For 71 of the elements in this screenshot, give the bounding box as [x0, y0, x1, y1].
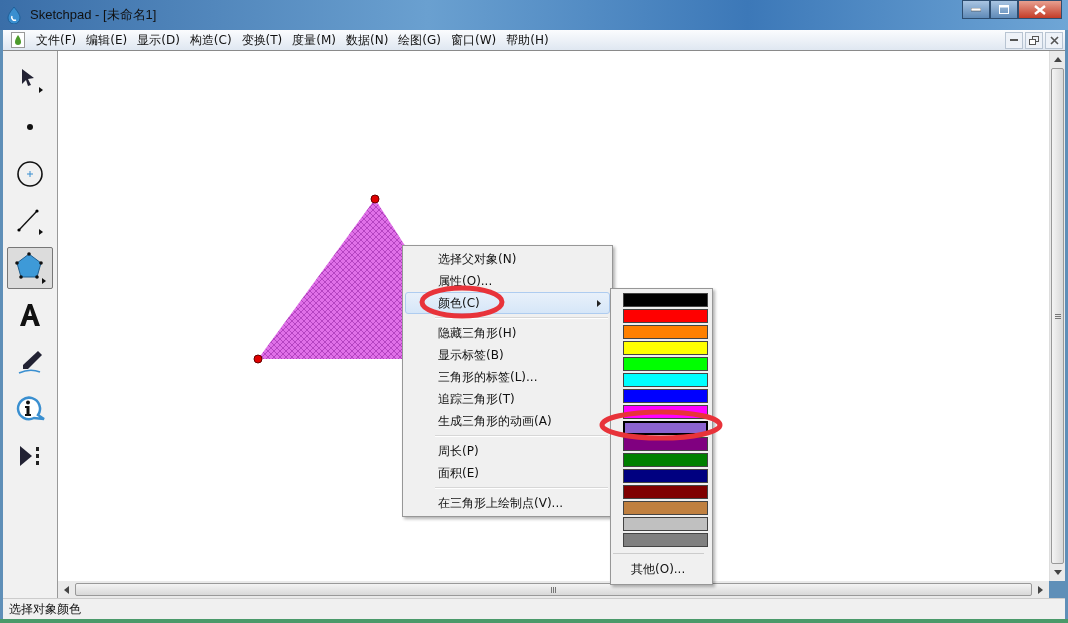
scroll-thumb[interactable]	[75, 583, 1032, 596]
close-icon	[1049, 35, 1059, 45]
color-swatch[interactable]	[623, 389, 708, 403]
context-menu-item[interactable]: 三角形的标签(L)...	[405, 366, 610, 388]
vertical-scrollbar[interactable]	[1049, 51, 1065, 581]
scroll-right-icon	[1038, 585, 1043, 594]
menu-item[interactable]: 绘图(G)	[393, 31, 446, 49]
status-text: 选择对象颜色	[9, 600, 81, 618]
app-icon	[6, 6, 22, 24]
color-swatch[interactable]	[623, 373, 708, 387]
scroll-down-icon	[1053, 570, 1062, 575]
grip-icon	[551, 586, 556, 593]
color-swatch[interactable]	[623, 357, 708, 371]
color-swatch[interactable]	[623, 469, 708, 483]
menu-item[interactable]: 变换(T)	[236, 31, 288, 49]
menu-item[interactable]: 编辑(E)	[81, 31, 133, 49]
context-menu-item[interactable]: 生成三角形的动画(A)	[405, 410, 610, 432]
color-swatch[interactable]	[623, 517, 708, 531]
grip-icon	[1054, 313, 1061, 319]
vertex-point[interactable]	[370, 194, 380, 204]
maximize-icon	[999, 5, 1009, 14]
restore-icon	[1029, 35, 1039, 45]
close-button[interactable]	[1045, 31, 1063, 49]
scroll-thumb[interactable]	[1051, 68, 1064, 564]
window-title: Sketchpad - [未命名1]	[30, 6, 157, 24]
menu-item[interactable]: 数据(N)	[341, 31, 394, 49]
scroll-left-icon	[64, 585, 69, 594]
color-swatch[interactable]	[623, 341, 708, 355]
restore-button[interactable]	[1025, 31, 1043, 49]
circle-icon	[16, 160, 44, 188]
color-swatch[interactable]	[623, 309, 708, 323]
marker-icon	[16, 348, 44, 376]
context-menu-item[interactable]: 面积(E)	[405, 462, 610, 484]
close-button[interactable]	[1018, 0, 1062, 19]
context-menu-item[interactable]: 在三角形上绘制点(V)...	[405, 492, 610, 514]
color-swatch[interactable]	[623, 421, 708, 435]
vertex-point[interactable]	[253, 354, 263, 364]
menu-item[interactable]: 构造(C)	[184, 31, 237, 49]
menu-item[interactable]: 帮助(H)	[501, 31, 554, 49]
color-swatch[interactable]	[623, 533, 708, 547]
minimize-button[interactable]	[1005, 31, 1023, 49]
context-menu-item[interactable]: 其他(O)...	[623, 558, 712, 580]
horizontal-scrollbar[interactable]	[58, 581, 1049, 598]
context-menu-item[interactable]: 隐藏三角形(H)	[405, 322, 610, 344]
context-menu-item[interactable]: 周长(P)	[405, 440, 610, 462]
tool-button[interactable]	[7, 247, 53, 289]
menu-item[interactable]: 度量(M)	[287, 31, 341, 49]
close-icon	[1034, 4, 1046, 15]
menu-item[interactable]: 窗口(W)	[446, 31, 502, 49]
minimize-icon	[971, 7, 981, 12]
text-tool-icon	[17, 302, 43, 328]
menu-item[interactable]: 文件(F)	[31, 31, 82, 49]
minimize-icon	[1010, 38, 1018, 42]
pentagon-icon	[13, 251, 47, 285]
scroll-up-icon	[1053, 57, 1062, 62]
context-menu-item[interactable]: 属性(O)...	[405, 270, 610, 292]
info-icon	[14, 395, 46, 423]
context-menu-item[interactable]: 颜色(C)	[405, 292, 610, 314]
color-swatch[interactable]	[623, 293, 708, 307]
color-swatch[interactable]	[623, 325, 708, 339]
point-icon	[26, 123, 34, 131]
menu-item[interactable]: 显示(D)	[132, 31, 185, 49]
color-swatch[interactable]	[623, 501, 708, 515]
context-menu-item[interactable]: 追踪三角形(T)	[405, 388, 610, 410]
document-icon[interactable]	[11, 32, 25, 48]
context-menu-item[interactable]: 显示标签(B)	[405, 344, 610, 366]
color-swatch[interactable]	[623, 453, 708, 467]
context-menu-item[interactable]: 选择父对象(N)	[405, 248, 610, 270]
color-swatch[interactable]	[623, 485, 708, 499]
minimize-button[interactable]	[962, 0, 990, 19]
maximize-button[interactable]	[990, 0, 1018, 19]
